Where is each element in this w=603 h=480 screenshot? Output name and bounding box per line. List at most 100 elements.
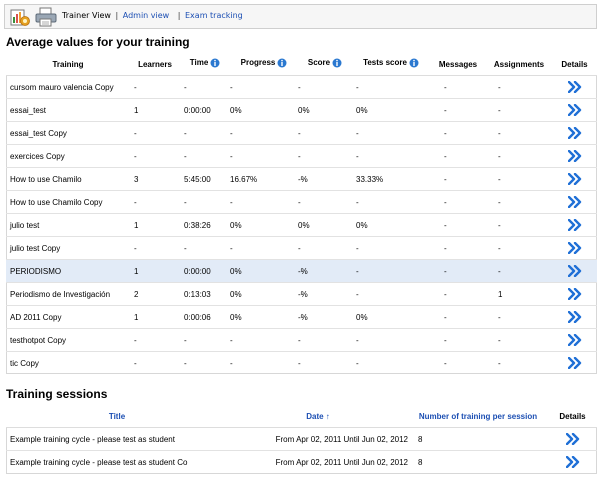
details-cell: [548, 427, 597, 451]
chart-export-icon[interactable]: [9, 7, 31, 27]
view-switcher: Trainer View | Admin view | Exam trackin…: [62, 11, 243, 20]
table-row: AD 2011 Copy 1 0:00:06 0% -% 0% - -: [6, 305, 597, 329]
info-icon[interactable]: [332, 58, 342, 70]
training-name-cell: How to use Chamilo: [6, 167, 130, 191]
details-arrow-icon[interactable]: [552, 196, 597, 208]
learners-cell: -: [130, 328, 180, 352]
details-arrow-icon[interactable]: [552, 334, 597, 346]
table-row: Periodismo de Investigación 2 0:13:03 0% -% -…: [6, 282, 597, 306]
training-name-cell: exercices Copy: [6, 144, 130, 168]
table-row: Example training cycle - please test as …: [6, 427, 597, 451]
info-icon[interactable]: [277, 58, 287, 70]
details-cell: [552, 328, 597, 352]
score-cell: -: [298, 328, 352, 352]
score-cell: -%: [298, 259, 352, 283]
col-date-sort[interactable]: Date ↑: [228, 405, 408, 428]
details-arrow-icon[interactable]: [552, 242, 597, 254]
details-arrow-icon[interactable]: [552, 219, 597, 231]
score-cell: -: [298, 75, 352, 99]
session-date-cell: From Apr 02, 2011 Until Jun 02, 2012: [228, 450, 408, 473]
details-arrow-icon[interactable]: [552, 173, 597, 185]
messages-cell: -: [430, 213, 486, 237]
table-header-row: Training Learners Time Progress Score Te…: [6, 53, 597, 76]
training-name-cell: essai_test: [6, 98, 130, 122]
details-arrow-icon[interactable]: [552, 288, 597, 300]
details-arrow-icon[interactable]: [552, 311, 597, 323]
learners-cell: -: [130, 351, 180, 374]
messages-cell: -: [430, 98, 486, 122]
tests-score-cell: -: [352, 144, 430, 168]
details-arrow-icon[interactable]: [548, 456, 597, 468]
progress-cell: 0%: [230, 98, 298, 122]
progress-cell: -: [230, 236, 298, 260]
training-name-cell: tic Copy: [6, 351, 130, 374]
table-row: How to use Chamilo 3 5:45:00 16.67% -% 33.33%…: [6, 167, 597, 191]
details-arrow-icon[interactable]: [552, 81, 597, 93]
view-toolbar: Trainer View | Admin view | Exam trackin…: [4, 4, 597, 29]
table-row: tic Copy - - - - - - -: [6, 351, 597, 374]
col-details: Details: [548, 405, 597, 428]
progress-cell: -: [230, 328, 298, 352]
time-cell: 0:38:26: [180, 213, 230, 237]
col-assignments: Assignments: [486, 53, 552, 76]
progress-cell: -: [230, 351, 298, 374]
exam-tracking-link[interactable]: Exam tracking: [185, 11, 243, 20]
messages-cell: -: [430, 351, 486, 374]
admin-view-link[interactable]: Admin view: [123, 11, 169, 20]
col-training: Training: [6, 53, 130, 76]
printer-icon[interactable]: [34, 7, 58, 27]
score-cell: -: [298, 144, 352, 168]
time-cell: 5:45:00: [180, 167, 230, 191]
score-cell: -%: [298, 305, 352, 329]
learners-cell: 1: [130, 98, 180, 122]
col-score: Score: [298, 53, 352, 76]
col-title-sort[interactable]: Title: [6, 405, 228, 428]
progress-cell: 0%: [230, 282, 298, 306]
tests-score-cell: -: [352, 328, 430, 352]
col-training-count-sort[interactable]: Number of training per session: [408, 405, 548, 428]
tests-score-cell: -: [352, 282, 430, 306]
time-cell: -: [180, 144, 230, 168]
session-title-cell: Example training cycle - please test as …: [6, 450, 228, 473]
progress-cell: 16.67%: [230, 167, 298, 191]
score-cell: 0%: [298, 98, 352, 122]
details-arrow-icon[interactable]: [552, 357, 597, 369]
training-name-cell: julio test Copy: [6, 236, 130, 260]
table-row: How to use Chamilo Copy - - - - - - -: [6, 190, 597, 214]
details-cell: [552, 351, 597, 374]
assignments-cell: -: [486, 236, 552, 260]
details-arrow-icon[interactable]: [552, 104, 597, 116]
assignments-cell: -: [486, 213, 552, 237]
assignments-cell: -: [486, 167, 552, 191]
tests-score-cell: -: [352, 259, 430, 283]
table-row: cursom mauro valencia Copy - - - - - - -: [6, 75, 597, 99]
assignments-cell: -: [486, 190, 552, 214]
details-cell: [552, 75, 597, 99]
details-arrow-icon[interactable]: [552, 150, 597, 162]
assignments-cell: -: [486, 121, 552, 145]
tests-score-cell: 33.33%: [352, 167, 430, 191]
col-progress: Progress: [230, 53, 298, 76]
info-icon[interactable]: [409, 58, 419, 70]
messages-cell: -: [430, 167, 486, 191]
details-arrow-icon[interactable]: [552, 265, 597, 277]
assignments-cell: 1: [486, 282, 552, 306]
table-row: julio test Copy - - - - - - -: [6, 236, 597, 260]
time-cell: 0:00:00: [180, 259, 230, 283]
time-cell: 0:00:00: [180, 98, 230, 122]
training-name-cell: cursom mauro valencia Copy: [6, 75, 130, 99]
time-cell: 0:00:06: [180, 305, 230, 329]
info-icon[interactable]: [210, 58, 220, 70]
learners-cell: 1: [130, 259, 180, 283]
details-arrow-icon[interactable]: [548, 433, 597, 445]
training-sessions-body: Example training cycle - please test as …: [6, 427, 597, 473]
time-cell: -: [180, 121, 230, 145]
time-cell: -: [180, 75, 230, 99]
training-name-cell: AD 2011 Copy: [6, 305, 130, 329]
details-arrow-icon[interactable]: [552, 127, 597, 139]
learners-cell: -: [130, 144, 180, 168]
score-cell: -%: [298, 167, 352, 191]
time-cell: -: [180, 236, 230, 260]
tests-score-cell: 0%: [352, 213, 430, 237]
training-name-cell: testhotpot Copy: [6, 328, 130, 352]
